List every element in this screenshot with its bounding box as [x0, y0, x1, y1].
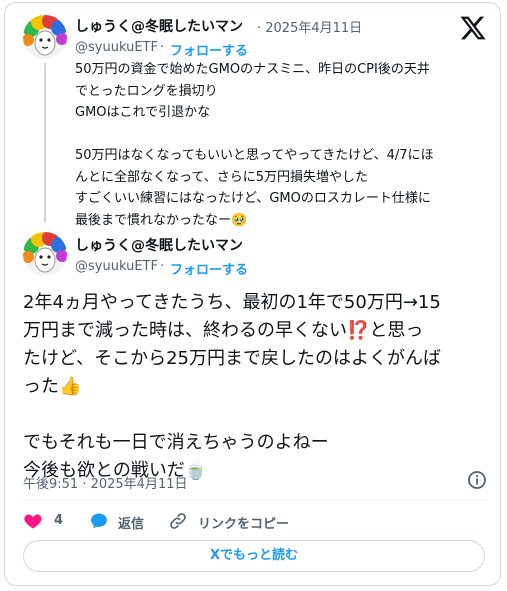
divider: [23, 500, 485, 501]
handle[interactable]: @syuukuETF: [75, 259, 158, 274]
timestamp[interactable]: 午後9:51 · 2025年4月11日: [23, 473, 188, 492]
main-post-text: 2年4ヵ月やってきたうち、最初の1年で50万円→15 万円まで減った時は、終わる…: [23, 292, 442, 481]
separator: ·: [160, 40, 165, 55]
reply-bubble-icon: [91, 513, 107, 529]
handle[interactable]: @syuukuETF: [75, 40, 158, 55]
avatar[interactable]: [23, 15, 67, 59]
follow-button[interactable]: フォローする: [170, 259, 248, 278]
quoted-post-text: 50万円の資金で始めたGMOのナスミニ、昨日のCPI後の天井 でとったロングを損…: [75, 62, 434, 228]
info-icon[interactable]: [467, 470, 487, 490]
copy-link-label: リンクをコピー: [198, 517, 290, 532]
embedded-tweet-card: しゅうく@冬眠したいマン · 2025年4月11日 @syuukuETF · フ…: [4, 2, 501, 586]
reply-label: 返信: [118, 517, 145, 532]
like-button[interactable]: 4: [23, 510, 77, 532]
display-name[interactable]: しゅうく@冬眠したいマン: [75, 235, 243, 255]
reply-button[interactable]: 返信: [89, 510, 169, 532]
thread-line: [44, 63, 46, 223]
like-count: 4: [54, 513, 64, 528]
copy-link-button[interactable]: リンクをコピー: [168, 510, 308, 532]
follow-button[interactable]: フォローする: [170, 40, 248, 59]
read-more-button[interactable]: Xでもっと読む: [23, 540, 485, 572]
x-logo-icon[interactable]: [459, 14, 487, 42]
heart-icon: [24, 514, 42, 529]
separator: ·: [160, 259, 165, 274]
post-date[interactable]: · 2025年4月11日: [257, 17, 362, 36]
avatar[interactable]: [23, 232, 67, 276]
link-icon: [170, 513, 186, 529]
display-name[interactable]: しゅうく@冬眠したいマン: [75, 16, 243, 36]
